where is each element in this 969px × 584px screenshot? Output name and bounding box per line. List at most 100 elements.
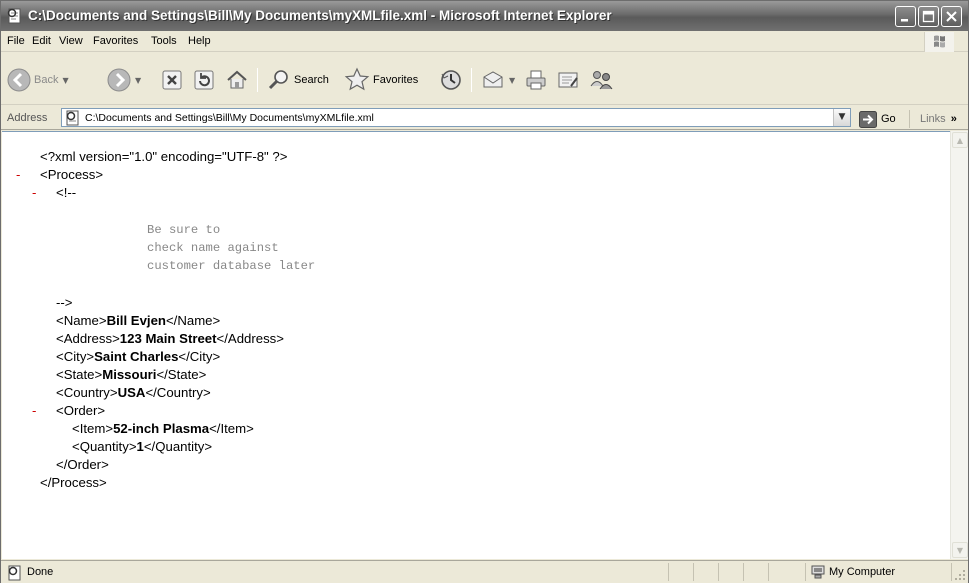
zone-label: My Computer [829, 566, 896, 578]
element-value: Missouri [102, 367, 157, 382]
menu-help[interactable]: Help [188, 35, 211, 47]
history-button[interactable] [439, 66, 463, 94]
collapse-marker[interactable]: - [32, 185, 36, 200]
scroll-down-arrow-icon[interactable]: ▼ [952, 542, 968, 558]
quantity-element: <Quantity>1</Quantity> [72, 439, 212, 457]
forward-button[interactable]: ▼ [107, 66, 141, 94]
mail-button[interactable]: ▼ [481, 66, 515, 94]
maximize-icon [922, 10, 935, 23]
address-label: Address [7, 112, 48, 124]
address-dropdown-icon[interactable]: ▼ [833, 109, 850, 126]
resize-grip-icon[interactable] [954, 569, 966, 581]
favorites-label: Favorites [373, 74, 419, 86]
status-text: Done [27, 566, 54, 578]
close-icon [946, 11, 957, 22]
status-panel [768, 563, 769, 581]
xml-declaration: <?xml version="1.0" encoding="UTF-8" ?> [40, 149, 287, 167]
tag-text: <City> [56, 349, 95, 364]
page-icon [65, 110, 81, 129]
refresh-icon [194, 70, 214, 90]
windows-logo [924, 32, 954, 52]
tag-text: <!-- [56, 185, 77, 200]
home-button[interactable] [225, 66, 249, 94]
go-button[interactable]: Go [859, 110, 896, 128]
standard-toolbar: Back ▼ ▼ Search Favorites ▼ [1, 53, 968, 105]
messenger-button[interactable] [589, 66, 615, 94]
print-button[interactable] [524, 66, 548, 94]
xml-declaration-text: <?xml version="1.0" encoding="UTF-8" ?> [40, 149, 288, 164]
my-computer-icon [811, 565, 825, 579]
scroll-up-arrow-icon[interactable]: ▲ [952, 132, 968, 148]
menu-file[interactable]: File [7, 35, 25, 47]
element-value: Bill Evjen [106, 313, 166, 328]
tag-text: <Address> [56, 331, 120, 346]
status-panel [668, 563, 669, 581]
tag-text: </Address> [216, 331, 284, 346]
xml-document-view: <?xml version="1.0" encoding="UTF-8" ?> … [2, 131, 950, 559]
address-url: C:\Documents and Settings\Bill\My Docume… [85, 112, 374, 124]
browser-window: C:\Documents and Settings\Bill\My Docume… [0, 0, 969, 583]
menu-view[interactable]: View [59, 35, 83, 47]
state-element: <State>Missouri</State> [56, 367, 206, 385]
minimize-icon [901, 19, 908, 22]
close-button[interactable] [941, 6, 962, 27]
menu-bar: File Edit View Favorites Tools Help [1, 31, 968, 52]
ie-page-icon [7, 8, 23, 24]
address-input[interactable]: C:\Documents and Settings\Bill\My Docume… [61, 108, 851, 127]
menu-favorites[interactable]: Favorites [93, 35, 138, 47]
order-open-line: - <Order> [32, 403, 106, 421]
tag-text: </Country> [145, 385, 211, 400]
item-element: <Item>52-inch Plasma</Item> [72, 421, 254, 439]
links-toolbar[interactable]: Links » [909, 110, 957, 128]
forward-dropdown-icon[interactable]: ▼ [135, 76, 141, 85]
stop-button[interactable] [161, 66, 183, 94]
favorites-button[interactable]: Favorites [344, 66, 418, 94]
process-open-line: - <Process> [16, 167, 104, 185]
refresh-button[interactable] [193, 66, 215, 94]
stop-icon [162, 70, 182, 90]
title-bar[interactable]: C:\Documents and Settings\Bill\My Docume… [1, 1, 968, 31]
status-bar: Done My Computer [1, 560, 968, 583]
back-label: Back [34, 74, 59, 86]
tag-text: <Quantity> [72, 439, 137, 454]
process-close-line: </Process> [40, 475, 107, 490]
tag-text: <State> [56, 367, 103, 382]
links-chevron-icon[interactable]: » [951, 113, 957, 125]
collapse-marker[interactable]: - [32, 403, 36, 418]
mail-icon [483, 71, 503, 88]
toolbar-separator [257, 68, 258, 92]
city-element: <City>Saint Charles</City> [56, 349, 220, 367]
history-icon [441, 70, 461, 90]
collapse-marker[interactable]: - [16, 167, 20, 182]
security-zone[interactable]: My Computer [811, 565, 895, 579]
tag-text: <Item> [72, 421, 114, 436]
name-element: <Name>Bill Evjen</Name> [56, 313, 220, 331]
go-arrow-icon [859, 110, 877, 128]
go-label: Go [881, 113, 896, 125]
address-bar: Address C:\Documents and Settings\Bill\M… [1, 106, 968, 130]
edit-button[interactable] [556, 66, 580, 94]
minimize-button[interactable] [895, 6, 916, 27]
print-icon [526, 70, 546, 90]
vertical-scrollbar[interactable]: ▲ ▼ [950, 131, 968, 559]
maximize-button[interactable] [918, 6, 939, 27]
tag-text: <Process> [40, 167, 104, 182]
country-element: <Country>USA</Country> [56, 385, 211, 403]
element-value: Saint Charles [94, 349, 179, 364]
status-panel [951, 563, 952, 581]
search-button[interactable]: Search [267, 66, 329, 94]
status-panel [718, 563, 719, 581]
menu-edit[interactable]: Edit [32, 35, 51, 47]
tag-text: <Order> [56, 403, 106, 418]
mail-dropdown-icon[interactable]: ▼ [509, 76, 515, 85]
element-value: 1 [136, 439, 144, 454]
back-dropdown-icon[interactable]: ▼ [62, 76, 68, 85]
element-value: 52-inch Plasma [113, 421, 210, 436]
page-done-icon [7, 565, 23, 584]
back-button[interactable]: Back ▼ [7, 66, 69, 94]
tag-text: <Name> [56, 313, 107, 328]
search-icon [268, 70, 288, 90]
status-panel [805, 563, 806, 581]
menu-tools[interactable]: Tools [151, 35, 177, 47]
search-label: Search [294, 74, 329, 86]
